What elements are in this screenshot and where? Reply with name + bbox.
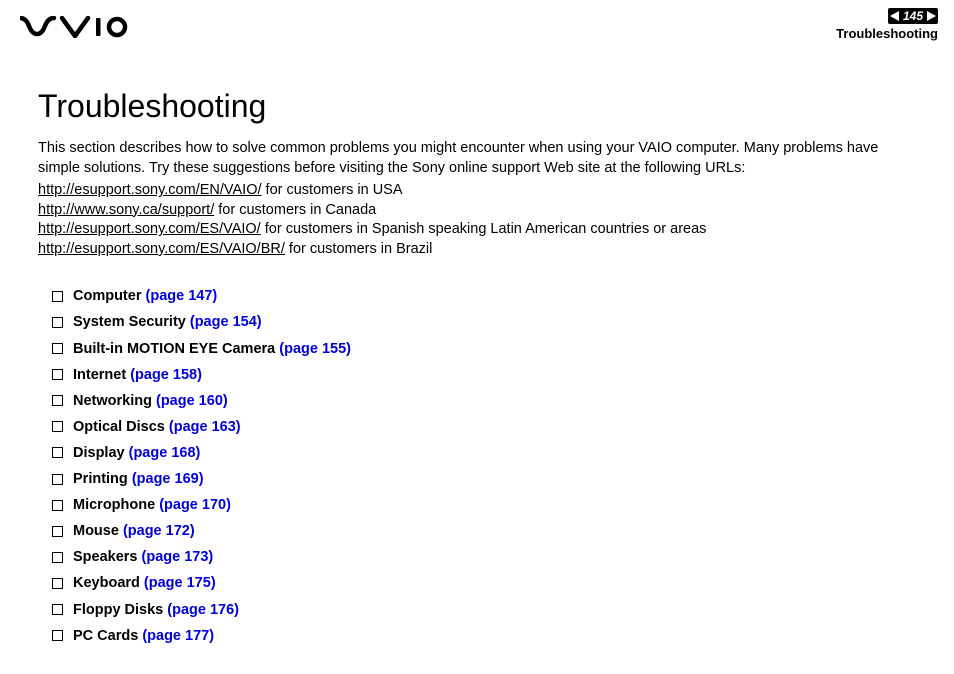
toc-list: Computer (page 147) System Security (pag…: [38, 283, 916, 648]
prev-page-icon[interactable]: [890, 11, 899, 21]
page-ref-link[interactable]: (page 169): [132, 471, 204, 487]
page-number: 145: [903, 9, 923, 23]
toc-label: Built-in MOTION EYE Camera: [73, 341, 275, 357]
toc-label: Optical Discs: [73, 419, 165, 435]
toc-label: System Security: [73, 314, 186, 330]
toc-item-speakers: Speakers (page 173): [52, 544, 916, 570]
support-link-canada[interactable]: http://www.sony.ca/support/: [38, 202, 214, 218]
page-ref-link[interactable]: (page 160): [156, 393, 228, 409]
support-link-latam[interactable]: http://esupport.sony.com/ES/VAIO/: [38, 221, 261, 237]
page-ref-link[interactable]: (page 172): [123, 523, 195, 539]
page-ref-link[interactable]: (page 155): [279, 341, 351, 357]
toc-label: PC Cards: [73, 628, 138, 644]
header-meta: 145 Troubleshooting: [836, 8, 938, 41]
toc-item-networking: Networking (page 160): [52, 388, 916, 414]
toc-label: Internet: [73, 367, 126, 383]
url-line: http://esupport.sony.com/EN/VAIO/ for cu…: [38, 181, 916, 201]
url-line: http://www.sony.ca/support/ for customer…: [38, 201, 916, 221]
bullet-icon: [52, 447, 63, 458]
toc-label: Printing: [73, 471, 128, 487]
url-line: http://esupport.sony.com/ES/VAIO/ for cu…: [38, 220, 916, 240]
url-suffix: for customers in Canada: [214, 202, 376, 218]
bullet-icon: [52, 421, 63, 432]
page-ref-link[interactable]: (page 177): [142, 628, 214, 644]
bullet-icon: [52, 474, 63, 485]
next-page-icon[interactable]: [927, 11, 936, 21]
url-suffix: for customers in USA: [262, 182, 403, 198]
toc-label: Display: [73, 445, 125, 461]
bullet-icon: [52, 343, 63, 354]
page-ref-link[interactable]: (page 176): [167, 602, 239, 618]
bullet-icon: [52, 526, 63, 537]
toc-label: Networking: [73, 393, 152, 409]
bullet-icon: [52, 291, 63, 302]
toc-label: Keyboard: [73, 575, 140, 591]
toc-item-keyboard: Keyboard (page 175): [52, 570, 916, 596]
toc-item-system-security: System Security (page 154): [52, 309, 916, 335]
page-ref-link[interactable]: (page 175): [144, 575, 216, 591]
page-ref-link[interactable]: (page 163): [169, 419, 241, 435]
toc-label: Microphone: [73, 497, 155, 513]
bullet-icon: [52, 369, 63, 380]
section-label: Troubleshooting: [836, 26, 938, 41]
page-ref-link[interactable]: (page 170): [159, 497, 231, 513]
bullet-icon: [52, 630, 63, 641]
toc-item-printing: Printing (page 169): [52, 466, 916, 492]
url-line: http://esupport.sony.com/ES/VAIO/BR/ for…: [38, 240, 916, 260]
page-ref-link[interactable]: (page 168): [129, 445, 201, 461]
toc-item-display: Display (page 168): [52, 440, 916, 466]
toc-label: Speakers: [73, 549, 138, 565]
bullet-icon: [52, 317, 63, 328]
toc-item-mouse: Mouse (page 172): [52, 518, 916, 544]
page-ref-link[interactable]: (page 158): [130, 367, 202, 383]
support-link-brazil[interactable]: http://esupport.sony.com/ES/VAIO/BR/: [38, 241, 285, 257]
page-ref-link[interactable]: (page 154): [190, 314, 262, 330]
support-link-usa[interactable]: http://esupport.sony.com/EN/VAIO/: [38, 182, 262, 198]
url-suffix: for customers in Spanish speaking Latin …: [261, 221, 707, 237]
intro-paragraph: This section describes how to solve comm…: [38, 139, 916, 178]
bullet-icon: [52, 395, 63, 406]
toc-label: Mouse: [73, 523, 119, 539]
bullet-icon: [52, 500, 63, 511]
bullet-icon: [52, 604, 63, 615]
toc-label: Floppy Disks: [73, 602, 163, 618]
toc-item-optical-discs: Optical Discs (page 163): [52, 414, 916, 440]
page-navigation: 145: [888, 8, 938, 24]
document-content: Troubleshooting This section describes h…: [0, 48, 954, 669]
toc-label: Computer: [73, 288, 141, 304]
toc-item-floppy-disks: Floppy Disks (page 176): [52, 597, 916, 623]
url-list: http://esupport.sony.com/EN/VAIO/ for cu…: [38, 181, 916, 259]
bullet-icon: [52, 552, 63, 563]
vaio-logo: [20, 16, 130, 43]
toc-item-motion-eye-camera: Built-in MOTION EYE Camera (page 155): [52, 336, 916, 362]
page-ref-link[interactable]: (page 147): [146, 288, 218, 304]
page-title: Troubleshooting: [38, 88, 916, 125]
page-ref-link[interactable]: (page 173): [142, 549, 214, 565]
bullet-icon: [52, 578, 63, 589]
document-header: 145 Troubleshooting: [0, 0, 954, 48]
toc-item-pc-cards: PC Cards (page 177): [52, 623, 916, 649]
toc-item-internet: Internet (page 158): [52, 362, 916, 388]
toc-item-microphone: Microphone (page 170): [52, 492, 916, 518]
toc-item-computer: Computer (page 147): [52, 283, 916, 309]
url-suffix: for customers in Brazil: [285, 241, 432, 257]
